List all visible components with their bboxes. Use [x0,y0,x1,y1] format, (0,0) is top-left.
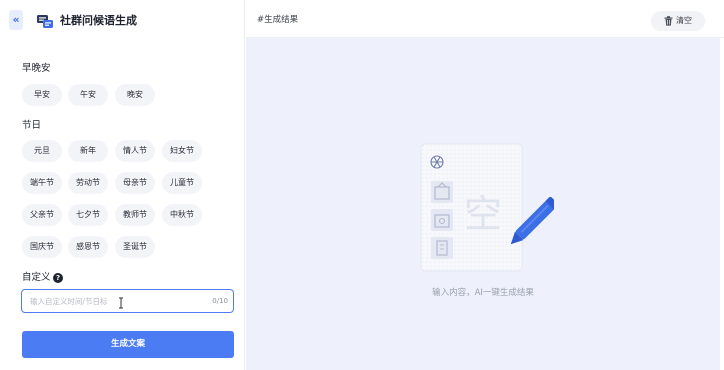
chip-festival[interactable]: 情人节 [115,140,155,162]
empty-state-text: 输入内容，AI一键生成结果 [432,288,534,298]
clear-button[interactable]: 清空 [651,11,705,31]
app-title: 社群问候语生成 [60,14,137,27]
custom-occasion-input[interactable] [30,294,200,309]
chip-morning[interactable]: 早安 [22,84,62,106]
result-title: #生成结果 [257,15,299,25]
section-label-festivals: 节日 [22,120,42,131]
app-window: « 社群问候语生成 早晚安 早安 午安 晚安 节日 元旦 新年 情人节 妇女节 … [0,0,724,370]
chip-festival[interactable]: 端午节 [22,172,62,194]
chip-festival[interactable]: 教师节 [115,204,155,226]
custom-input-box: 0/10 [21,289,234,313]
collapse-sidebar-button[interactable]: « [9,10,23,30]
text-cursor-icon [119,297,123,309]
chip-festival[interactable]: 儿童节 [162,172,202,194]
left-panel: « 社群问候语生成 早晚安 早安 午安 晚安 节日 元旦 新年 情人节 妇女节 … [0,0,245,370]
chip-festival[interactable]: 七夕节 [68,204,108,226]
chip-festival[interactable]: 新年 [68,140,108,162]
chip-festival[interactable]: 父亲节 [22,204,62,226]
chip-festival[interactable]: 母亲节 [115,172,155,194]
section-label-greetings: 早晚安 [22,63,51,74]
chip-festival[interactable]: 妇女节 [162,140,202,162]
help-icon[interactable]: ? [53,273,63,283]
chip-festival[interactable]: 感恩节 [68,236,108,258]
empty-document-icon: 空 [420,143,554,272]
chip-festival[interactable]: 圣诞节 [115,236,155,258]
section-label-custom: 自定义 [22,272,51,283]
chip-festival[interactable]: 劳动节 [68,172,108,194]
char-counter: 0/10 [212,297,228,305]
chip-festival[interactable]: 元旦 [22,140,62,162]
chip-night[interactable]: 晚安 [115,84,155,106]
clear-label: 清空 [676,16,692,25]
result-area: 空 输入内容，AI一键生成结果 [246,38,720,370]
trash-icon [664,16,673,26]
chat-bubbles-icon [37,15,53,28]
chip-festival[interactable]: 中秋节 [162,204,202,226]
result-topbar: #生成结果 清空 [246,0,724,38]
svg-text:空: 空 [464,192,502,236]
chip-noon[interactable]: 午安 [68,84,108,106]
panel-header: « 社群问候语生成 [0,0,245,40]
chip-festival[interactable]: 国庆节 [22,236,62,258]
generate-button[interactable]: 生成文案 [22,331,234,358]
